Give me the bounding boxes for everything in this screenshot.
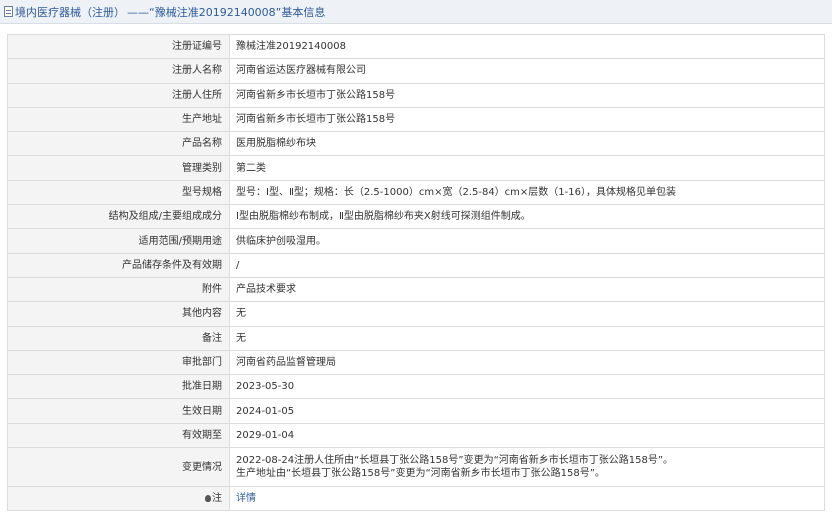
- row-label: 生产地址: [7, 106, 230, 133]
- row-label: 注册人名称: [7, 58, 230, 84]
- row-label: 备注: [7, 325, 230, 351]
- table-row: 备注 无: [7, 325, 825, 351]
- table-row: 注册人名称 河南省运达医疗器械有限公司: [7, 58, 825, 84]
- bulb-icon: [205, 495, 211, 503]
- table-row: 生产地址 河南省新乡市长垣市丁张公路158号: [7, 106, 825, 133]
- row-value: 型号：Ⅰ型、Ⅱ型；规格：长（2.5-1000）cm×宽（2.5-84）cm×层数…: [229, 179, 825, 206]
- table-row: 产品储存条件及有效期 /: [7, 252, 825, 278]
- note-label-cell: 注: [7, 486, 230, 512]
- row-value: 2024-01-05: [229, 398, 825, 424]
- row-value: 河南省新乡市长垣市丁张公路158号: [229, 82, 825, 108]
- table-row: 结构及组成/主要组成成分 Ⅰ型由脱脂棉纱布制成，Ⅱ型由脱脂棉纱布夹X射线可探测组…: [7, 204, 825, 230]
- row-label: 结构及组成/主要组成成分: [7, 204, 230, 230]
- row-label: 注册证编号: [7, 33, 230, 60]
- detail-table: 注册证编号 豫械注准20192140008 注册人名称 河南省运达医疗器械有限公…: [7, 33, 825, 512]
- table-row: 其他内容 无: [7, 301, 825, 327]
- row-value: 无: [229, 325, 825, 351]
- table-row: 型号规格 型号：Ⅰ型、Ⅱ型；规格：长（2.5-1000）cm×宽（2.5-84）…: [7, 179, 825, 206]
- page-title: ——“豫械注准20192140008”基本信息: [127, 5, 326, 19]
- row-value: 产品技术要求: [229, 276, 825, 303]
- table-row: 生效日期 2024-01-05: [7, 398, 825, 424]
- change-value: 2022-08-24注册人住所由“长垣县丁张公路158号”变更为“河南省新乡市长…: [229, 447, 825, 488]
- row-value: /: [229, 252, 825, 278]
- row-label: 注册人住所: [7, 82, 230, 108]
- table-row: 注册人住所 河南省新乡市长垣市丁张公路158号: [7, 82, 825, 108]
- row-label: 适用范围/预期用途: [7, 228, 230, 254]
- change-line: 2022-08-24注册人住所由“长垣县丁张公路158号”变更为“河南省新乡市长…: [236, 455, 674, 467]
- change-row: 变更情况 2022-08-24注册人住所由“长垣县丁张公路158号”变更为“河南…: [7, 447, 825, 488]
- category-link[interactable]: 境内医疗器械（注册）: [15, 4, 125, 20]
- row-label: 附件: [7, 276, 230, 303]
- row-label: 产品储存条件及有效期: [7, 252, 230, 278]
- note-label: 注: [212, 493, 222, 505]
- table-row: 管理类别 第二类: [7, 155, 825, 181]
- note-value: 详情: [229, 486, 825, 512]
- table-row: 适用范围/预期用途 供临床护创吸湿用。: [7, 228, 825, 254]
- row-value: 豫械注准20192140008: [229, 33, 825, 60]
- change-line: 生产地址由“长垣县丁张公路158号”变更为“河南省新乡市长垣市丁张公路158号”…: [236, 468, 605, 480]
- row-value: 河南省新乡市长垣市丁张公路158号: [229, 106, 825, 133]
- row-value: 第二类: [229, 155, 825, 181]
- row-label: 批准日期: [7, 374, 230, 400]
- document-icon: [4, 6, 13, 17]
- row-value: 河南省药品监督管理局: [229, 349, 825, 376]
- table-row: 注册证编号 豫械注准20192140008: [7, 33, 825, 60]
- row-label: 有效期至: [7, 422, 230, 449]
- row-value: 无: [229, 301, 825, 327]
- row-value: 供临床护创吸湿用。: [229, 228, 825, 254]
- row-value: Ⅰ型由脱脂棉纱布制成，Ⅱ型由脱脂棉纱布夹X射线可探测组件制成。: [229, 204, 825, 230]
- row-label: 其他内容: [7, 301, 230, 327]
- row-label: 生效日期: [7, 398, 230, 424]
- table-row: 批准日期 2023-05-30: [7, 374, 825, 400]
- row-value: 2029-01-04: [229, 422, 825, 449]
- page-header: 境内医疗器械（注册） ——“豫械注准20192140008”基本信息: [0, 0, 832, 24]
- row-label: 产品名称: [7, 131, 230, 157]
- row-label: 型号规格: [7, 179, 230, 206]
- row-label: 审批部门: [7, 349, 230, 376]
- row-value: 医用脱脂棉纱布块: [229, 131, 825, 157]
- change-label: 变更情况: [7, 447, 230, 488]
- table-row: 产品名称 医用脱脂棉纱布块: [7, 131, 825, 157]
- row-value: 河南省运达医疗器械有限公司: [229, 58, 825, 84]
- table-row: 附件 产品技术要求: [7, 276, 825, 303]
- row-value: 2023-05-30: [229, 374, 825, 400]
- note-row: 注 详情: [7, 486, 825, 512]
- table-row: 审批部门 河南省药品监督管理局: [7, 349, 825, 376]
- row-label: 管理类别: [7, 155, 230, 181]
- table-row: 有效期至 2029-01-04: [7, 422, 825, 449]
- detail-link[interactable]: 详情: [236, 493, 256, 504]
